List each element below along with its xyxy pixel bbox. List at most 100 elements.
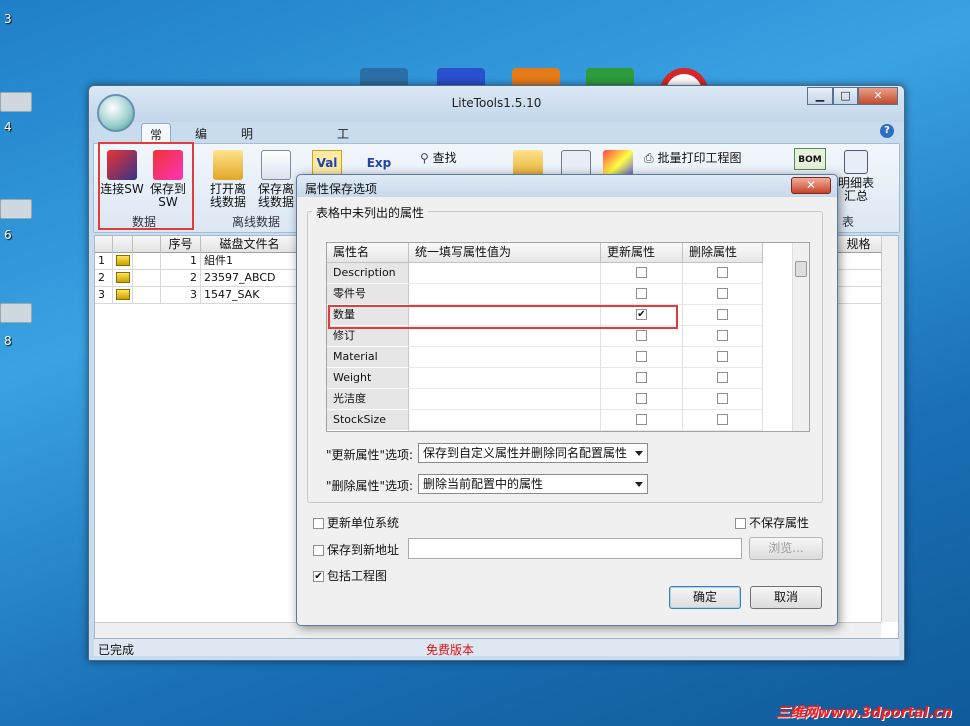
property-value-cell[interactable]: [409, 347, 601, 368]
detail-summary-label: 明细表: [837, 176, 874, 190]
property-value-cell[interactable]: [409, 263, 601, 284]
delete-checkbox[interactable]: [717, 351, 728, 362]
col-header-name: 属性名: [327, 243, 409, 263]
grid-header-filename[interactable]: 磁盘文件名: [201, 236, 299, 253]
grid-header-cell: [133, 236, 161, 253]
row-filename: 23597_ABCD: [201, 270, 299, 287]
find-label: 查找: [432, 151, 457, 165]
property-value-cell[interactable]: [409, 284, 601, 305]
tab-bom-statistics[interactable]: 明细表和统计: [233, 123, 261, 226]
row-seq: 3: [161, 287, 201, 304]
delete-cell: [683, 326, 763, 347]
checkbox-box[interactable]: [313, 545, 324, 556]
batch-print-label: 批量打印工程图: [657, 151, 742, 165]
delete-cell: [683, 305, 763, 326]
open-offline-label-2: 线数据: [209, 195, 246, 209]
detail-summary-button[interactable]: 明细表 汇总: [836, 150, 876, 203]
desktop-icon-label: 4: [4, 120, 12, 134]
checkbox-label: 不保存属性: [749, 516, 810, 530]
desktop-icon[interactable]: [0, 303, 32, 323]
update-cell: [601, 263, 683, 284]
batch-print-button[interactable]: ⎙ 批量打印工程图: [644, 152, 784, 165]
delete-checkbox[interactable]: [717, 414, 728, 425]
unlisted-properties-group: 表格中未列出的属性 属性名 统一填写属性值为 更新属性 删除属性 Descrip…: [307, 204, 823, 503]
open-offline-data-button[interactable]: 打开离 线数据: [206, 150, 250, 209]
checkbox-box[interactable]: ✔: [313, 571, 324, 582]
update-checkbox[interactable]: [636, 414, 647, 425]
save-offline-label: 保存离: [257, 182, 294, 196]
checkbox-box[interactable]: [735, 518, 746, 529]
grid-header-spec[interactable]: 规格: [835, 236, 883, 253]
delete-checkbox[interactable]: [717, 288, 728, 299]
update-checkbox[interactable]: [636, 351, 647, 362]
update-checkbox[interactable]: [636, 267, 647, 278]
app-menu-icon[interactable]: [97, 94, 135, 132]
property-value-cell[interactable]: [409, 389, 601, 410]
property-name: 零件号: [327, 284, 409, 305]
open-folder-icon: [213, 150, 243, 180]
grid-vertical-scrollbar[interactable]: [881, 236, 898, 622]
property-row[interactable]: Weight: [327, 368, 793, 389]
binoculars-icon: ⚲: [420, 151, 429, 165]
update-cell: [601, 389, 683, 410]
delete-checkbox[interactable]: [717, 330, 728, 341]
property-row[interactable]: Description: [327, 263, 793, 284]
update-checkbox[interactable]: [636, 393, 647, 404]
cancel-button[interactable]: 取消: [750, 586, 822, 609]
delete-cell: [683, 368, 763, 389]
desktop-icon[interactable]: [0, 199, 32, 219]
property-value-cell[interactable]: [409, 326, 601, 347]
browse-button[interactable]: 浏览...: [749, 537, 823, 560]
delete-cell: [683, 347, 763, 368]
update-option-select[interactable]: 保存到自定义属性并删除同名配置属性: [418, 443, 648, 463]
ok-button[interactable]: 确定: [669, 586, 741, 609]
bom-button[interactable]: BOM: [794, 148, 826, 170]
delete-option-select[interactable]: 删除当前配置中的属性: [418, 474, 648, 494]
chevron-down-icon: [635, 451, 643, 456]
close-button[interactable]: ✕: [858, 87, 898, 105]
delete-checkbox[interactable]: [717, 267, 728, 278]
delete-checkbox[interactable]: [717, 309, 728, 320]
tab-edit[interactable]: 编辑: [187, 123, 215, 158]
help-icon[interactable]: ?: [880, 124, 894, 138]
scroll-thumb[interactable]: [795, 261, 807, 277]
new-location-input[interactable]: [408, 538, 742, 559]
property-row[interactable]: Material: [327, 347, 793, 368]
save-offline-data-button[interactable]: 保存离 线数据: [254, 150, 298, 209]
dialog-titlebar: 属性保存选项 ✕: [297, 175, 837, 197]
property-row[interactable]: 修订: [327, 326, 793, 347]
delete-cell: [683, 284, 763, 305]
save-to-new-location-checkbox[interactable]: 保存到新地址: [313, 541, 399, 558]
desktop-icon[interactable]: [0, 92, 32, 112]
find-button[interactable]: ⚲ 查找: [420, 152, 480, 165]
checkbox-label: 更新单位系统: [327, 516, 400, 530]
update-checkbox[interactable]: [636, 288, 647, 299]
minimize-button[interactable]: ▁: [807, 87, 833, 105]
col-header-delete: 删除属性: [683, 243, 763, 263]
property-value-cell[interactable]: [409, 368, 601, 389]
tab-tools[interactable]: 工具: [329, 123, 357, 158]
tab-common[interactable]: 常用: [141, 123, 172, 159]
properties-scrollbar[interactable]: [792, 243, 809, 431]
include-drawing-checkbox[interactable]: ✔ 包括工程图: [313, 567, 387, 584]
property-value-cell[interactable]: [409, 410, 601, 431]
val-button[interactable]: Val: [312, 150, 342, 176]
update-checkbox[interactable]: [636, 330, 647, 341]
checkbox-box[interactable]: [313, 518, 324, 529]
update-checkbox[interactable]: [636, 372, 647, 383]
property-row[interactable]: 光洁度: [327, 389, 793, 410]
grid-header-seq[interactable]: 序号: [161, 236, 201, 253]
no-save-props-checkbox[interactable]: 不保存属性: [735, 514, 809, 531]
dialog-close-button[interactable]: ✕: [791, 177, 831, 194]
property-row[interactable]: StockSize: [327, 410, 793, 431]
maximize-button[interactable]: □: [833, 87, 858, 105]
save-offline-label-2: 线数据: [257, 195, 294, 209]
update-unit-system-checkbox[interactable]: 更新单位系统: [313, 514, 399, 531]
delete-checkbox[interactable]: [717, 372, 728, 383]
desktop-icon-label: 8: [4, 334, 12, 348]
property-row[interactable]: 零件号: [327, 284, 793, 305]
table-icon: [844, 150, 868, 174]
delete-checkbox[interactable]: [717, 393, 728, 404]
detail-summary-label-2: 汇总: [843, 189, 868, 203]
exp-button[interactable]: Exp: [364, 152, 394, 176]
